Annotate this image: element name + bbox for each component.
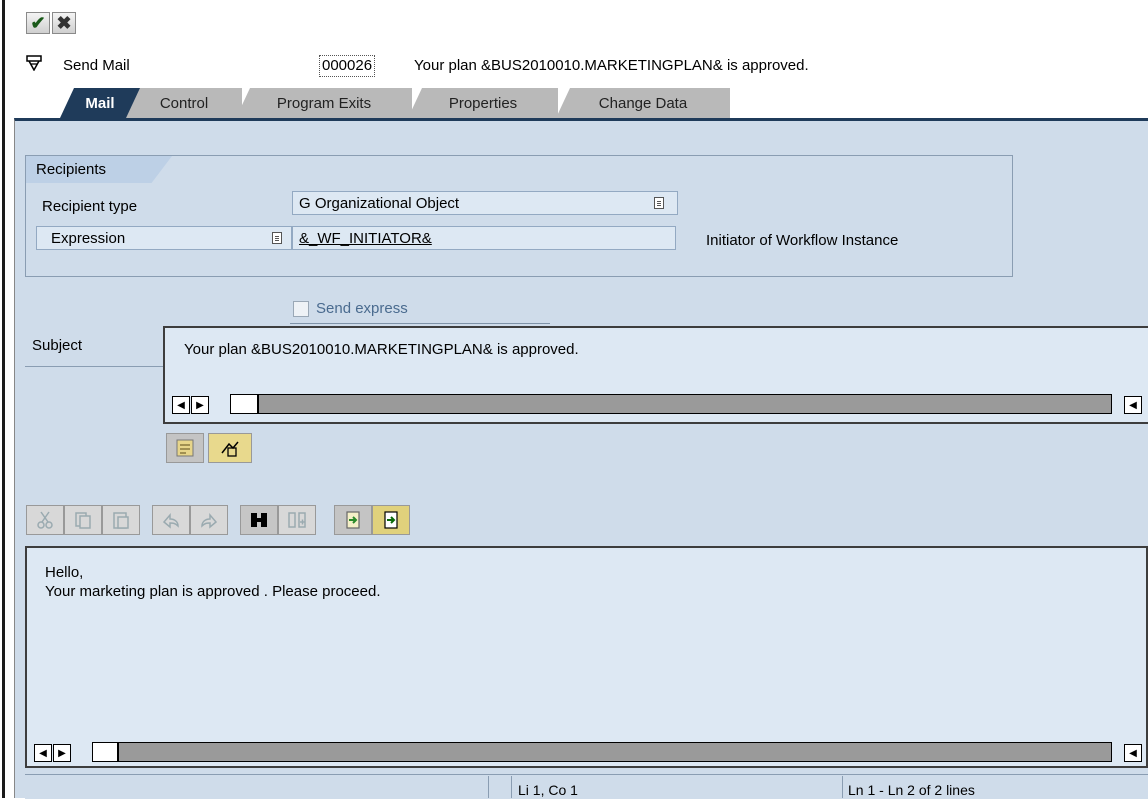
subject-label-underline xyxy=(25,366,165,367)
redo-icon xyxy=(201,512,218,529)
find-button[interactable] xyxy=(240,505,278,535)
tab-mail[interactable]: Mail xyxy=(60,88,140,118)
mail-body-editor[interactable] xyxy=(25,546,1148,768)
expression-dropdown-icon[interactable] xyxy=(272,232,282,244)
tab-change-data-label: Change Data xyxy=(598,94,688,112)
tab-program-exits-label: Program Exits xyxy=(276,94,372,112)
subject-scroll-left-button[interactable]: ◀ xyxy=(172,396,190,414)
tab-mail-label: Mail xyxy=(85,94,115,112)
find-next-button[interactable] xyxy=(278,505,316,535)
tab-control-label: Control xyxy=(159,94,209,112)
body-scrollbar-track[interactable] xyxy=(118,742,1112,762)
window-left-border xyxy=(0,0,5,798)
body-line-1[interactable]: Hello, xyxy=(45,564,83,581)
send-express-label: Send express xyxy=(316,300,408,317)
subject-scroll-far-button[interactable]: ◀ xyxy=(1124,396,1142,414)
subject-text[interactable]: Your plan &BUS2010010.MARKETINGPLAN& is … xyxy=(184,341,579,358)
undo-button[interactable] xyxy=(152,505,190,535)
expression-description: Initiator of Workflow Instance xyxy=(706,232,899,249)
subject-scroll-thumb[interactable] xyxy=(230,394,258,414)
send-express-underline xyxy=(290,323,550,324)
body-scroll-far-button[interactable]: ◀ xyxy=(1124,744,1142,762)
subject-scroll-right-button[interactable]: ▶ xyxy=(191,396,209,414)
recipient-type-label: Recipient type xyxy=(42,198,138,215)
paste-icon xyxy=(113,512,129,529)
expression-value-field[interactable]: &_WF_INITIATOR& xyxy=(292,226,676,250)
redo-button[interactable] xyxy=(190,505,228,535)
find-next-icon xyxy=(288,512,306,528)
recipients-group xyxy=(25,155,1013,277)
checkmark-icon: ✔ xyxy=(30,12,46,33)
cancel-button[interactable]: ✖ xyxy=(52,12,76,34)
body-scroll-thumb[interactable] xyxy=(92,742,118,762)
recipient-type-dropdown-icon[interactable] xyxy=(654,197,664,209)
export-icon xyxy=(384,511,398,529)
body-line-2[interactable]: Your marketing plan is approved . Please… xyxy=(45,583,381,600)
subject-label: Subject xyxy=(32,337,83,354)
step-description: Your plan &BUS2010010.MARKETINGPLAN& is … xyxy=(414,57,809,74)
undo-icon xyxy=(162,512,179,529)
recipients-title-label: Recipients xyxy=(36,161,107,178)
cancel-icon: ✖ xyxy=(56,12,72,33)
expression-value: &_WF_INITIATOR& xyxy=(299,229,432,247)
step-type-label: Send Mail xyxy=(63,57,130,74)
copy-icon xyxy=(75,512,91,529)
body-scroll-right-button[interactable]: ▶ xyxy=(53,744,71,762)
send-mail-step-icon xyxy=(26,55,42,72)
tab-program-exits[interactable]: Program Exits xyxy=(236,88,412,118)
import-icon xyxy=(346,511,360,529)
export-button[interactable] xyxy=(372,505,410,535)
tab-change-data[interactable]: Change Data xyxy=(556,88,730,118)
change-language-icon xyxy=(221,441,239,457)
step-id-field[interactable]: 000026 xyxy=(319,55,376,77)
cursor-position: Li 1, Co 1 xyxy=(518,782,578,798)
tab-properties-label: Properties xyxy=(448,94,518,112)
tab-control[interactable]: Control xyxy=(126,88,242,118)
insert-expression-icon xyxy=(176,439,194,457)
paste-button[interactable] xyxy=(102,505,140,535)
line-count: Ln 1 - Ln 2 of 2 lines xyxy=(848,782,975,798)
change-language-button[interactable] xyxy=(208,433,252,463)
recipient-type-value: G Organizational Object xyxy=(299,194,460,212)
tab-properties[interactable]: Properties xyxy=(408,88,558,118)
cut-icon xyxy=(37,511,53,529)
subject-scrollbar-track[interactable] xyxy=(258,394,1112,414)
insert-expression-button[interactable] xyxy=(166,433,204,463)
copy-button[interactable] xyxy=(64,505,102,535)
confirm-button[interactable]: ✔ xyxy=(26,12,50,34)
send-express-checkbox[interactable] xyxy=(293,301,309,317)
find-icon xyxy=(251,513,267,527)
body-scroll-left-button[interactable]: ◀ xyxy=(34,744,52,762)
cut-button[interactable] xyxy=(26,505,64,535)
recipient-type-field[interactable]: G Organizational Object xyxy=(292,191,678,215)
status-cell-blank xyxy=(488,776,512,798)
import-button[interactable] xyxy=(334,505,372,535)
expression-select[interactable]: Expression xyxy=(36,226,292,250)
expression-label: Expression xyxy=(51,229,126,247)
